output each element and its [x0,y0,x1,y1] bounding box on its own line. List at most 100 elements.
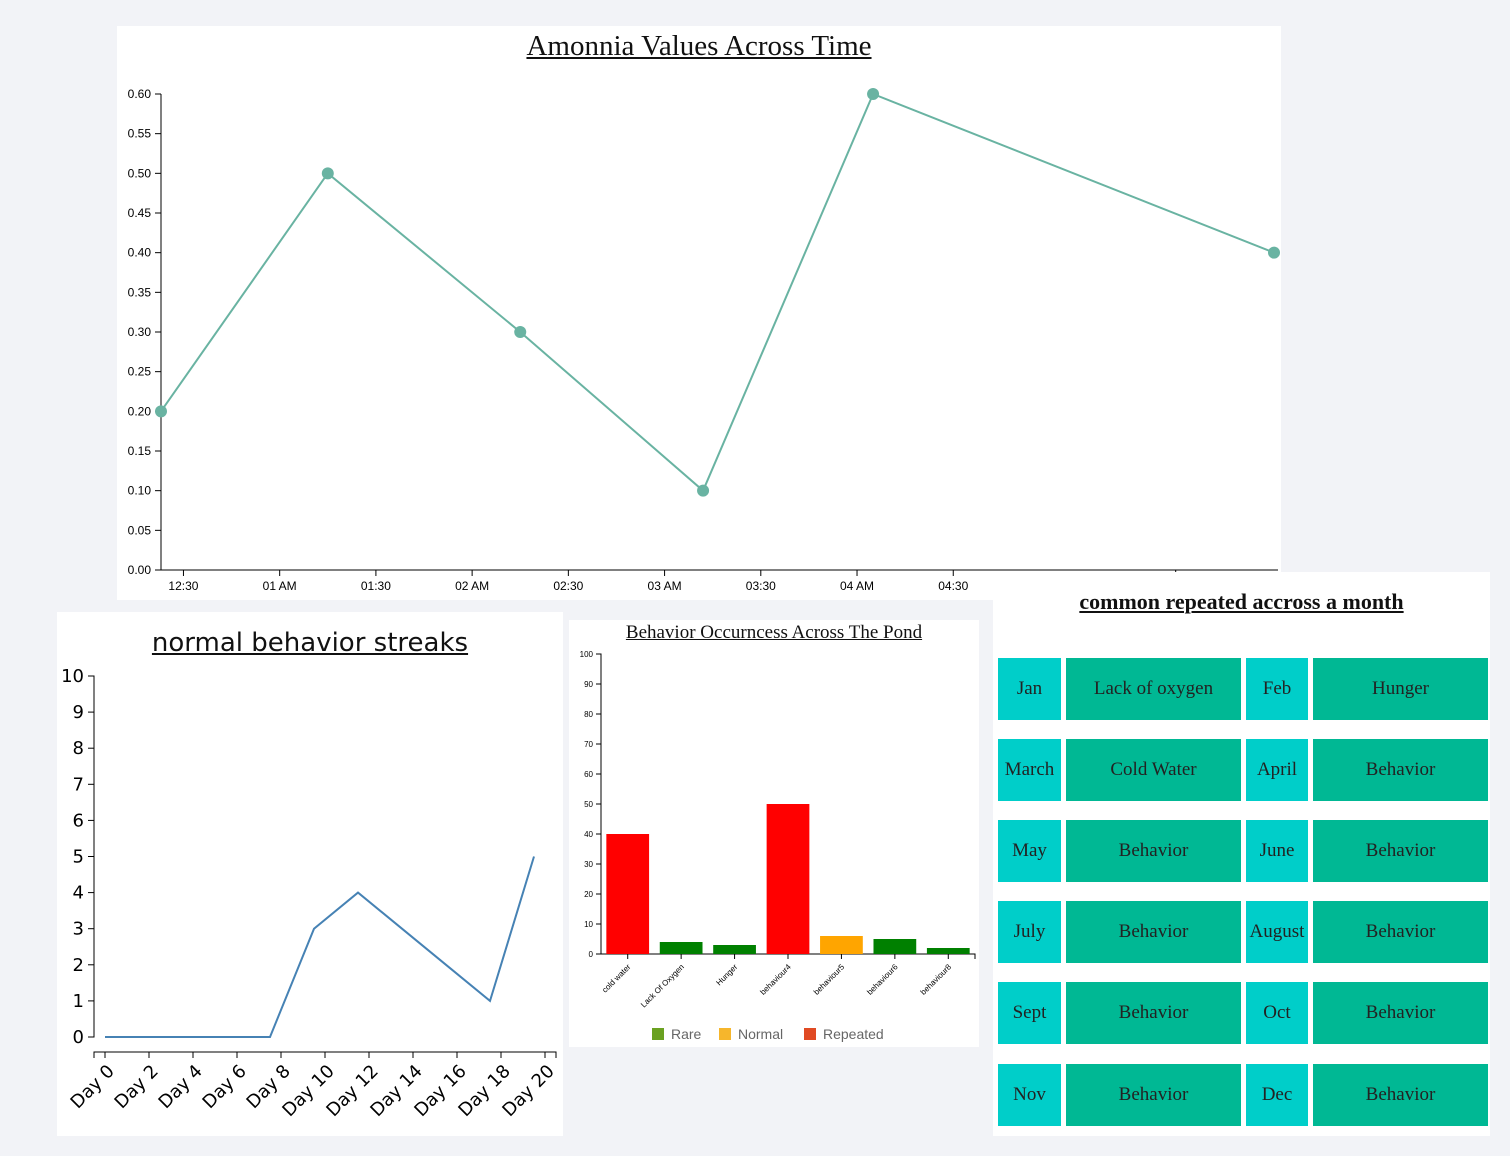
y-tick-label: 0.15 [128,444,152,458]
ammonia-line-chart: 0.00 0.05 0.10 0.15 0.20 0.25 0.30 0.35 0.40 0.45… [128,87,1280,593]
y-tick-label: 0.60 [128,87,152,101]
behavior-bar [926,948,970,954]
y-tick-label: 0.30 [128,325,152,339]
behavior-cell: Behavior [1313,739,1488,801]
y-tick-label: 4 [73,883,84,904]
month-cell: April [1246,739,1308,801]
y-tick-label: 0.45 [128,206,152,220]
x-tick-label: behaviour8 [919,962,954,997]
behavior-bar [606,834,650,954]
month-cell: July [998,901,1061,963]
behavior-bar [873,939,917,954]
behavior-cell: Behavior [1066,1064,1241,1126]
y-tick-label: 70 [584,740,593,749]
y-tick-label: 5 [73,847,84,868]
behavior-cell: Behavior [1313,1064,1488,1126]
y-tick-label: 0 [73,1027,84,1048]
y-tick-label: 40 [584,830,593,839]
y-tick-label: 0.50 [128,166,152,180]
x-tick-label: 02:30 [553,579,583,593]
behavior-cell: Behavior [1313,820,1488,882]
y-tick-label: 80 [584,710,593,719]
streaks-chart-panel: normal behavior streaks 0 1 2 3 4 5 6 7 8 9 10 Day … [57,612,563,1136]
x-tick-label: behaviour6 [865,962,900,997]
month-cell: Oct [1246,982,1308,1044]
x-tick-label: behaviour4 [758,962,793,997]
x-tick-label: Day 2 [111,1061,163,1113]
legend-label: Repeated [823,1026,884,1042]
y-tick-label: 8 [73,738,84,759]
ammonia-series-line [160,92,1275,493]
y-tick-label: 6 [73,810,84,831]
month-cell: Jan [998,658,1061,720]
y-tick-label: 0.20 [128,404,152,418]
month-cell: May [998,820,1061,882]
y-tick-label: 0.25 [128,365,152,379]
y-tick-label: 7 [73,774,84,795]
y-tick-label: 0.05 [128,523,152,537]
month-cell: Nov [998,1064,1061,1126]
ammonia-data-point [867,88,880,100]
y-tick-label: 0.40 [128,246,152,260]
behavior-cell: Hunger [1313,658,1488,720]
legend-swatch [804,1028,816,1040]
x-tick-label: Day 0 [67,1061,119,1113]
behavior-cell: Behavior [1066,901,1241,963]
y-tick-label: 1 [73,991,84,1012]
behavior-cell: Cold Water [1066,739,1241,801]
y-tick-label: 10 [61,666,84,687]
behavior-bar-chart: 0 10 20 30 40 50 60 70 80 90 100 cold water Lack Of … [580,650,976,1042]
month-cell: Dec [1246,1064,1308,1126]
ammonia-data-point [1268,246,1280,259]
behavior-bar [713,945,756,954]
x-tick-label: 01 AM [263,579,297,593]
month-cell: June [1246,820,1308,882]
x-tick-label: 01:30 [361,579,391,593]
y-tick-label: 0.10 [128,484,152,498]
y-tick-label: 2 [73,955,84,976]
behavior-bar [766,804,810,954]
y-tick-label: 20 [584,890,593,899]
y-tick-label: 30 [584,860,593,869]
behavior-cell: Behavior [1066,820,1241,882]
y-tick-label: 10 [584,920,593,929]
x-tick-label: 03:30 [746,579,776,593]
ammonia-data-point [321,167,334,180]
x-tick-label: Day 4 [155,1061,207,1113]
y-tick-label: 0 [589,950,594,959]
month-cell: Sept [998,982,1061,1044]
y-tick-label: 0.55 [128,127,152,141]
month-cell: Feb [1246,658,1308,720]
behavior-bar [659,942,703,954]
y-tick-label: 50 [584,800,593,809]
ammonia-data-point [697,484,710,497]
legend-swatch [652,1028,664,1040]
y-tick-label: 90 [584,680,593,689]
x-tick-label: 04 AM [840,579,874,593]
legend-label: Rare [671,1026,702,1042]
x-tick-label: Hunger [714,962,739,987]
behavior-cell: Behavior [1313,982,1488,1044]
streaks-line-chart: 012345678910Day 0Day 2Day 4Day 6Day 8Day… [61,666,559,1121]
behavior-cell: Lack of oxygen [1066,658,1241,720]
x-tick-label: 03 AM [648,579,682,593]
x-tick-label: cold water [600,962,632,994]
x-tick-label: Lack Of Oxygen [639,962,686,1009]
monthly-behavior-title: common repeated accross a month [1079,589,1404,614]
x-tick-label: behaviour5 [812,962,847,997]
ammonia-data-point [514,326,527,338]
behavior-bar [820,936,863,954]
y-tick-label: 100 [580,650,594,659]
legend-swatch [719,1028,731,1040]
ammonia-data-point [155,405,167,418]
y-tick-label: 0.35 [128,285,152,299]
streak-series-line [105,856,535,1038]
behavior-chart-panel: Behavior Occurncess Across The Pond 0 10 2… [569,620,979,1047]
y-tick-label: 3 [73,919,84,940]
month-cell: August [1246,901,1308,963]
x-tick-label: Day 6 [199,1061,251,1113]
y-tick-label: 60 [584,770,593,779]
x-tick-label: 02 AM [455,579,489,593]
ammonia-chart-panel: Amonnia Values Across Time 0.00 0.05 0.10 0… [117,26,1281,600]
behavior-cell: Behavior [1066,982,1241,1044]
